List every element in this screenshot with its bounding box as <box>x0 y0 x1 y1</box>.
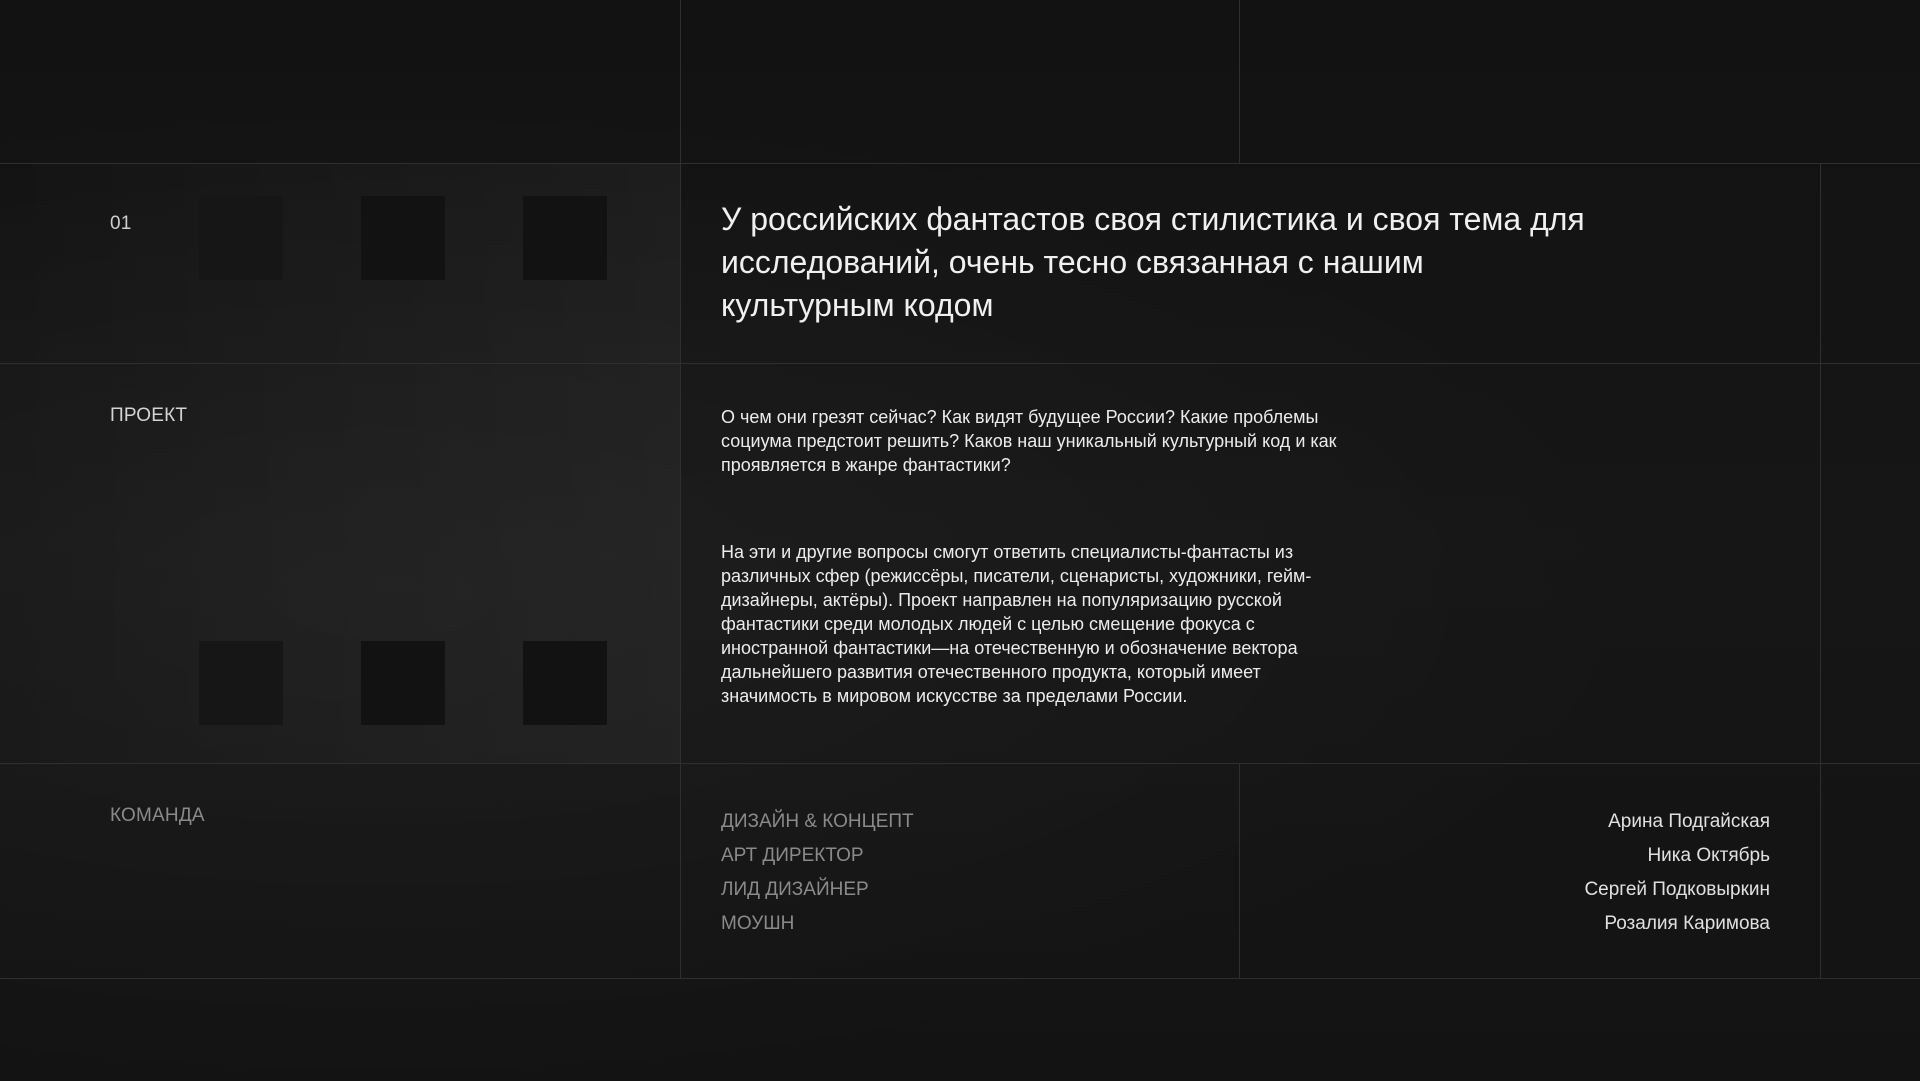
grid-line-v3 <box>1820 163 1821 978</box>
grid-line-h2 <box>0 363 1920 364</box>
team-member-name: Розалия Каримова <box>1604 913 1770 934</box>
team-roles-list: ДИЗАЙН & КОНЦЕПТ АРТ ДИРЕКТОР ЛИД ДИЗАЙН… <box>721 805 914 941</box>
decor-square <box>523 641 607 725</box>
decor-square <box>199 196 283 280</box>
intro-paragraph: О чем они грезят сейчас? Как видят будущ… <box>721 407 1337 475</box>
grid-line-v1 <box>680 0 681 978</box>
team-member-name: Арина Подгайская <box>1608 811 1770 832</box>
team-label: КОМАНДА <box>110 805 205 826</box>
grid-line-h3 <box>0 763 1920 764</box>
decor-square <box>199 641 283 725</box>
team-role: МОУШН <box>721 913 795 934</box>
decor-square <box>361 641 445 725</box>
project-label: ПРОЕКТ <box>110 405 188 426</box>
grid-line-h1 <box>0 163 1920 164</box>
decor-square <box>361 196 445 280</box>
team-role: ДИЗАЙН & КОНЦЕПТ <box>721 811 914 832</box>
grid-line-v2-top <box>1239 0 1240 163</box>
team-names-list: Арина Подгайская Ника Октябрь Сергей Под… <box>1584 805 1770 941</box>
team-role: ЛИД ДИЗАЙНЕР <box>721 879 869 900</box>
section-number: 01 <box>110 213 132 234</box>
headline-quote: У российских фантастов своя стилистика и… <box>721 201 1585 323</box>
decor-square <box>523 196 607 280</box>
team-member-name: Ника Октябрь <box>1647 845 1770 866</box>
grid-line-h4 <box>0 978 1920 979</box>
team-role: АРТ ДИРЕКТОР <box>721 845 864 866</box>
description-paragraph: На эти и другие вопросы смогут ответить … <box>721 542 1312 706</box>
grid-line-v2-bottom <box>1239 763 1240 978</box>
team-member-name: Сергей Подковыркин <box>1584 879 1770 900</box>
